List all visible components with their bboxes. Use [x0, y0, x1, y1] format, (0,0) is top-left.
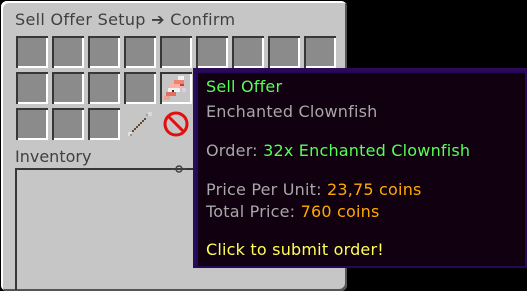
menu-slot[interactable] — [16, 108, 48, 140]
title-right: Confirm — [170, 10, 236, 29]
back-arrow-icon — [128, 112, 152, 136]
tooltip-order-line: Order: 32x Enchanted Clownfish — [206, 141, 470, 160]
item-tooltip: Sell Offer Enchanted Clownfish Order: 32… — [193, 68, 527, 268]
title-left: Sell Offer Setup — [15, 10, 146, 29]
cancel-slot[interactable] — [160, 108, 192, 140]
tooltip-price-per-unit-line: Price Per Unit: 23,75 coins — [206, 180, 422, 199]
cancel-barrier-icon — [163, 111, 189, 137]
tooltip-action: Click to submit order! — [206, 240, 384, 259]
order-label: Order: — [206, 141, 258, 160]
menu-slot[interactable] — [160, 36, 192, 68]
menu-slot[interactable] — [232, 36, 264, 68]
menu-slot[interactable] — [52, 72, 84, 104]
menu-slot[interactable] — [196, 36, 228, 68]
menu-slot[interactable] — [52, 36, 84, 68]
menu-slot[interactable] — [16, 36, 48, 68]
menu-slot[interactable] — [16, 72, 48, 104]
menu-slot[interactable] — [124, 72, 156, 104]
menu-slot[interactable] — [304, 36, 336, 68]
inventory-label: Inventory — [15, 147, 92, 166]
price-per-unit-value: 23,75 coins — [326, 180, 422, 199]
sell-offer-item-slot[interactable] — [160, 72, 192, 104]
tooltip-item-name: Enchanted Clownfish — [206, 102, 378, 121]
menu-slot[interactable] — [124, 36, 156, 68]
go-back-slot[interactable] — [124, 108, 156, 140]
title-arrow: ➔ — [151, 10, 165, 29]
mouse-cursor-icon — [171, 165, 187, 173]
order-value: 32x Enchanted Clownfish — [263, 141, 471, 160]
total-price-value: 760 coins — [300, 202, 380, 221]
tooltip-title: Sell Offer — [206, 77, 283, 96]
total-price-label: Total Price: — [206, 202, 296, 221]
window-title: Sell Offer Setup ➔ Confirm — [15, 10, 235, 29]
menu-slot[interactable] — [88, 72, 120, 104]
menu-slot[interactable] — [52, 108, 84, 140]
menu-slot[interactable] — [268, 36, 300, 68]
menu-slot[interactable] — [88, 108, 120, 140]
enchanted-clownfish-icon — [164, 76, 186, 100]
tooltip-total-price-line: Total Price: 760 coins — [206, 202, 380, 221]
price-per-unit-label: Price Per Unit: — [206, 180, 322, 199]
menu-slot[interactable] — [88, 36, 120, 68]
